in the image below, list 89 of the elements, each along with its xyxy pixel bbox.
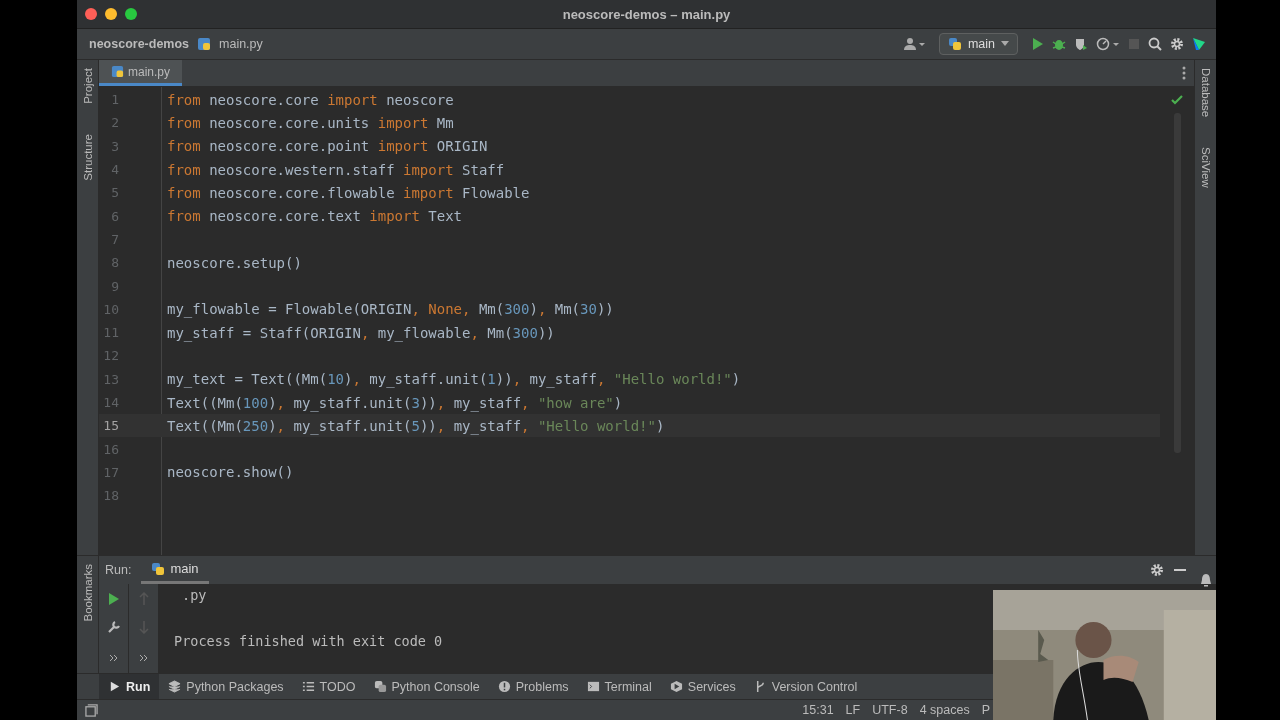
line-number: 14 — [102, 395, 119, 410]
alert-icon — [497, 680, 511, 693]
status-item[interactable]: LF — [845, 703, 861, 717]
layout-icon[interactable] — [85, 703, 98, 717]
code-line: from neoscore.core.flowable import Flowable — [167, 184, 530, 201]
line-number: 11 — [102, 325, 119, 341]
terminal-icon — [586, 680, 600, 693]
status-item[interactable]: P — [981, 703, 990, 717]
code-line: from neoscore.core.point import ORIGIN — [167, 138, 488, 155]
breadcrumb-project[interactable]: neoscore-demos — [89, 37, 190, 51]
code-line: my_flowable = Flowable(ORIGIN, None, Mm(300), Mm(30)) — [167, 301, 614, 318]
maximize-button[interactable] — [125, 8, 137, 20]
run-panel-label: Run: — [105, 563, 132, 577]
settings-icon[interactable] — [1150, 563, 1164, 577]
tool-window-tab[interactable]: Database — [1199, 68, 1212, 118]
status-item[interactable]: 4 spaces — [919, 703, 970, 717]
python-icon — [373, 680, 387, 693]
code-line: my_text = Text((Mm(10), my_staff.unit(1)), my_staff, "Hello world!") — [167, 371, 741, 388]
play-icon — [108, 680, 121, 693]
search-icon[interactable] — [1148, 37, 1162, 51]
minimize-button[interactable] — [105, 8, 117, 20]
shield-icon[interactable] — [1074, 37, 1088, 51]
line-number: 17 — [102, 464, 119, 480]
user-icon[interactable] — [902, 37, 925, 51]
list-icon — [301, 680, 315, 693]
rerun-icon[interactable] — [107, 592, 120, 606]
code-line: Text((Mm(100), my_staff.unit(3)), my_staff, "how are") — [167, 394, 623, 411]
expand-icon[interactable] — [138, 654, 149, 662]
tool-window-tab[interactable]: Project — [81, 68, 94, 104]
tool-window-button[interactable]: TODO — [292, 674, 365, 699]
run-icon[interactable] — [1032, 37, 1044, 51]
python-icon — [151, 561, 166, 576]
line-number: 5 — [110, 185, 119, 201]
code-line: from neoscore.core.text import Text — [167, 208, 463, 225]
line-number: 10 — [102, 301, 119, 317]
code-line: from neoscore.western.staff import Staff — [167, 161, 505, 178]
code-line: from neoscore.core.units import Mm — [167, 114, 454, 131]
line-number: 8 — [110, 255, 119, 271]
services-icon — [669, 680, 683, 693]
code-line: Text((Mm(250), my_staff.unit(5)), my_staff, "Hello world!") — [167, 417, 665, 434]
line-number: 7 — [110, 231, 119, 247]
run-configuration-dropdown[interactable]: main — [938, 33, 1018, 55]
console-output: .py — [182, 587, 207, 603]
bug-icon[interactable] — [1052, 37, 1066, 51]
line-number: 15 — [102, 418, 119, 434]
tool-window-button[interactable]: Python Console — [364, 674, 489, 699]
tool-window-button[interactable]: Problems — [488, 674, 578, 699]
caret-icon — [1001, 41, 1009, 47]
tool-window-button[interactable]: Terminal — [577, 674, 661, 699]
python-file-icon — [111, 65, 124, 78]
tool-window-tab[interactable]: Bookmarks — [81, 564, 94, 622]
tool-window-button[interactable]: Run — [99, 674, 160, 699]
expand-icon[interactable] — [108, 654, 119, 662]
python-icon — [947, 37, 962, 51]
console-output: Process finished with exit code 0 — [174, 633, 443, 649]
wrench-icon[interactable] — [106, 620, 121, 634]
profiler-icon[interactable] — [1096, 37, 1120, 51]
breadcrumb-file[interactable]: main.py — [219, 37, 263, 51]
line-number: 12 — [102, 348, 119, 364]
tool-window-tab[interactable]: Structure — [81, 133, 94, 181]
code-line: neoscore.setup() — [167, 254, 302, 271]
close-button[interactable] — [85, 8, 97, 20]
settings-icon[interactable] — [1170, 37, 1184, 51]
line-number: 16 — [102, 441, 119, 457]
tool-window-button[interactable]: Python Packages — [159, 674, 293, 699]
tool-window-tab[interactable]: SciView — [1199, 147, 1212, 188]
tool-window-button[interactable]: Version Control — [744, 674, 867, 699]
code-line: my_staff = Staff(ORIGIN, my_flowable, Mm(300)) — [167, 324, 555, 341]
code-line: from neoscore.core import neoscore — [167, 91, 454, 108]
layers-icon — [168, 680, 182, 693]
line-number: 9 — [110, 278, 119, 294]
line-number: 13 — [102, 371, 119, 387]
line-number: 2 — [110, 115, 119, 131]
python-file-icon — [197, 37, 212, 51]
editor-tab[interactable]: main.py — [99, 60, 183, 86]
line-number: 6 — [110, 208, 119, 224]
check-icon — [1171, 95, 1183, 105]
line-number: 4 — [110, 162, 119, 178]
line-number: 3 — [110, 138, 119, 154]
line-number: 1 — [110, 92, 119, 108]
plugin-logo-icon[interactable] — [1192, 37, 1206, 51]
tool-window-button[interactable]: Services — [660, 674, 745, 699]
window-title: neoscore-demos – main.py — [562, 6, 731, 22]
bell-icon[interactable] — [1200, 573, 1212, 587]
code-line: neoscore.show() — [167, 464, 294, 481]
more-icon[interactable] — [1182, 66, 1186, 80]
line-number: 18 — [102, 488, 119, 504]
status-item[interactable]: UTF-8 — [872, 703, 908, 717]
status-item[interactable]: 15:31 — [802, 703, 834, 717]
